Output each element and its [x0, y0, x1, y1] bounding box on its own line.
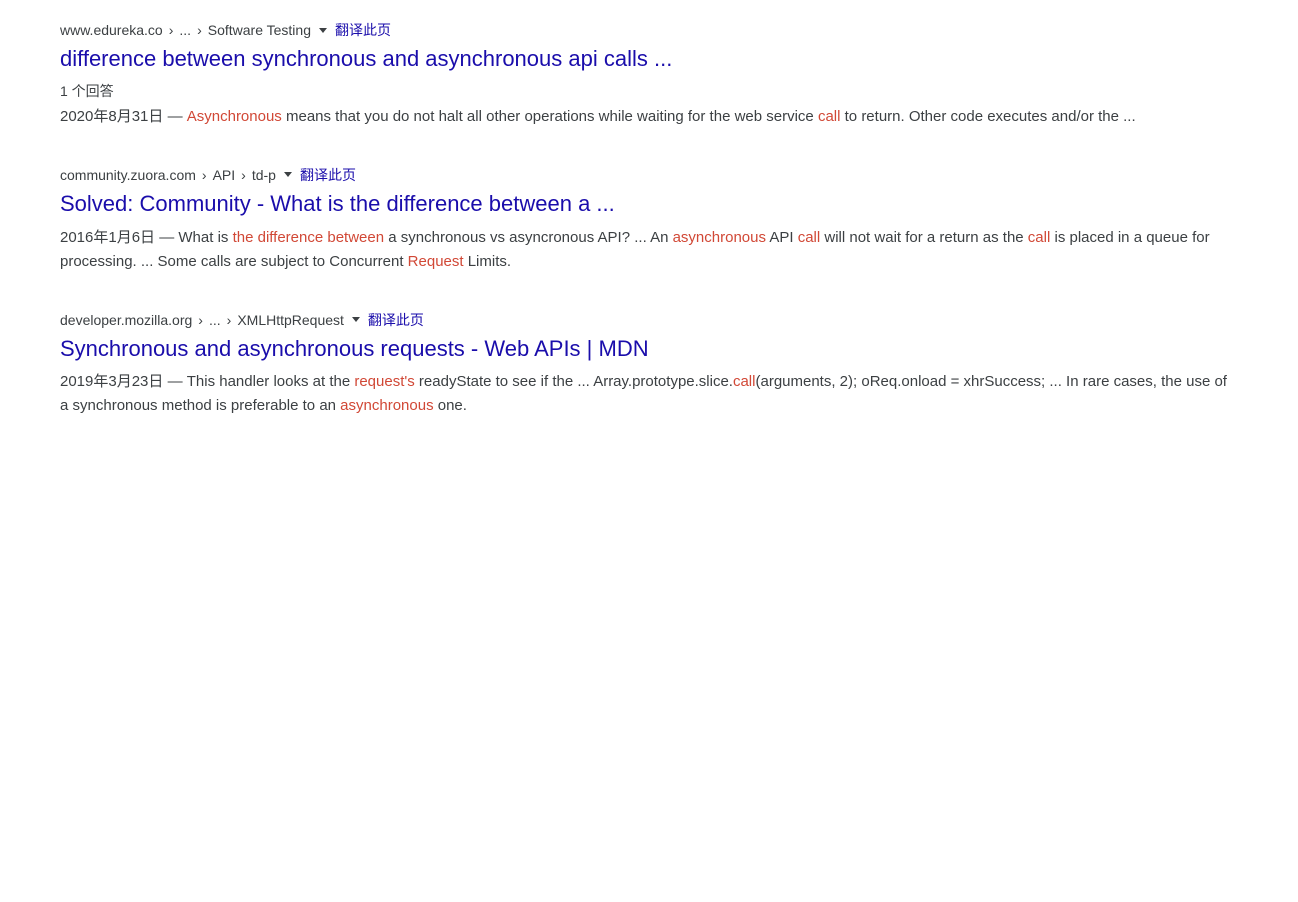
snippet-highlight-red: Asynchronous	[187, 108, 282, 125]
breadcrumb-separator: ›	[241, 167, 246, 183]
snippet-text: a synchronous vs asyncronous API? ... An	[384, 229, 673, 246]
snippet-text: to return. Other code executes and/or th…	[840, 108, 1135, 125]
search-result-item: community.zuora.com › API › td-p 翻译此页 Solv…	[60, 165, 1238, 274]
snippet-highlight-red: call	[818, 108, 841, 125]
snippet-text: — What is	[155, 229, 233, 246]
result-title[interactable]: difference between synchronous and async…	[60, 44, 1238, 75]
search-results-container: www.edureka.co › ... › Software Testing 翻…	[60, 20, 1238, 418]
dropdown-arrow-icon[interactable]	[352, 317, 360, 322]
result-snippet: 2019年3月23日 — This handler looks at the r…	[60, 370, 1238, 418]
snippet-highlight-red: call	[798, 229, 821, 246]
result-url: developer.mozilla.org	[60, 312, 192, 328]
breadcrumb-item: td-p	[252, 167, 276, 183]
result-meta: 1 个回答	[60, 81, 1238, 101]
snippet-text: means that you do not halt all other ope…	[282, 108, 818, 125]
snippet-text: API	[766, 229, 798, 246]
snippet-text: — This handler looks at the	[163, 373, 354, 390]
result-date: 2019年3月23日	[60, 373, 163, 390]
snippet-text: one.	[434, 397, 467, 414]
dropdown-arrow-icon[interactable]	[284, 172, 292, 177]
snippet-highlight-red: request's	[354, 373, 414, 390]
translate-link[interactable]: 翻译此页	[300, 165, 356, 185]
result-url: www.edureka.co	[60, 22, 163, 38]
result-snippet: 2016年1月6日 — What is the difference betwe…	[60, 226, 1238, 274]
dropdown-arrow-icon[interactable]	[319, 28, 327, 33]
result-url-line: www.edureka.co › ... › Software Testing 翻…	[60, 20, 1238, 40]
translate-link[interactable]: 翻译此页	[335, 20, 391, 40]
breadcrumb-separator: ›	[198, 312, 203, 328]
translate-link[interactable]: 翻译此页	[368, 310, 424, 330]
snippet-highlight-red: Request	[408, 253, 464, 270]
result-title[interactable]: Solved: Community - What is the differen…	[60, 189, 1238, 220]
breadcrumb-item: API	[213, 167, 236, 183]
breadcrumb-item: ...	[209, 312, 221, 328]
snippet-highlight-red: asynchronous	[673, 229, 766, 246]
result-title[interactable]: Synchronous and asynchronous requests - …	[60, 334, 1238, 365]
snippet-highlight-red: call	[1028, 229, 1051, 246]
snippet-highlight-red: asynchronous	[340, 397, 433, 414]
result-date: 2020年8月31日	[60, 108, 163, 125]
breadcrumb-separator: ›	[202, 167, 207, 183]
breadcrumb-separator: ›	[197, 22, 202, 38]
result-url-line: developer.mozilla.org › ... › XMLHttpReq…	[60, 310, 1238, 330]
breadcrumb-separator: ›	[227, 312, 232, 328]
snippet-text: will not wait for a return as the	[820, 229, 1028, 246]
snippet-highlight-red: the difference between	[233, 229, 385, 246]
result-url-line: community.zuora.com › API › td-p 翻译此页	[60, 165, 1238, 185]
search-result-item: developer.mozilla.org › ... › XMLHttpReq…	[60, 310, 1238, 419]
breadcrumb-item: Software Testing	[208, 22, 311, 38]
breadcrumb-item: XMLHttpRequest	[237, 312, 344, 328]
breadcrumb-separator: ›	[169, 22, 174, 38]
result-date: 2016年1月6日	[60, 229, 155, 246]
snippet-text: readyState to see if the ... Array.proto…	[415, 373, 733, 390]
result-snippet: 2020年8月31日 — Asynchronous means that you…	[60, 105, 1238, 129]
snippet-highlight-red: call	[733, 373, 756, 390]
snippet-text: Limits.	[464, 253, 512, 270]
search-result-item: www.edureka.co › ... › Software Testing 翻…	[60, 20, 1238, 129]
snippet-text: —	[163, 108, 186, 125]
result-url: community.zuora.com	[60, 167, 196, 183]
breadcrumb-item: ...	[179, 22, 191, 38]
